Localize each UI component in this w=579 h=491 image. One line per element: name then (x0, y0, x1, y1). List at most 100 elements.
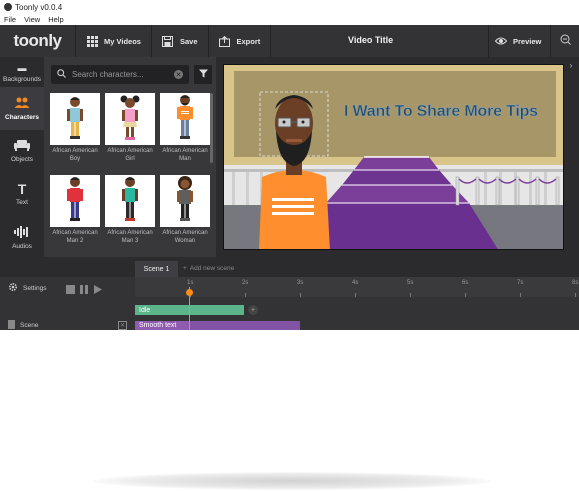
pause-icon[interactable] (80, 281, 89, 299)
export-icon (219, 35, 231, 47)
stop-icon[interactable] (66, 281, 75, 299)
image-icon: ▬ (17, 63, 27, 73)
sidebar-item-label: Audios (12, 242, 32, 250)
tick-label: 2s (242, 280, 249, 286)
people-icon (14, 97, 30, 111)
video-title[interactable]: Video Title (348, 35, 393, 45)
export-button[interactable]: Export (209, 25, 272, 57)
tick-mark (520, 293, 521, 297)
filter-button[interactable] (194, 65, 212, 84)
character-thumbnail (50, 175, 100, 227)
audio-icon (14, 225, 30, 240)
zoom-out-icon (560, 34, 571, 48)
my-videos-button[interactable]: My Videos (76, 25, 152, 57)
save-icon (162, 35, 174, 47)
window-titlebar: Toonly v0.0.4 (0, 0, 579, 14)
menu-file[interactable]: File (4, 15, 16, 24)
character-label: African American Man 3 (107, 230, 153, 244)
character-label: African American Man 2 (52, 230, 98, 244)
character-label: African American Woman (162, 230, 208, 244)
character-card[interactable]: African American Man 3 (105, 175, 155, 253)
top-toolbar: toonly My Videos Save Export Video Title… (0, 25, 579, 57)
sidebar-item-characters[interactable]: Characters (0, 87, 44, 130)
sidebar-item-label: Backgrounds (3, 76, 41, 83)
character-thumbnail (105, 175, 155, 227)
character-thumbnail (105, 93, 155, 145)
app-logo-icon (4, 3, 12, 11)
timeline-settings-button[interactable]: Settings (8, 282, 47, 294)
scene-headline[interactable]: I Want To Share More Tips (344, 103, 538, 121)
stage-area: › I Want To Share More Tips (216, 57, 579, 257)
text-track-label: Smooth text (139, 322, 177, 329)
text-track-extension[interactable] (190, 321, 300, 330)
sofa-icon (14, 140, 30, 153)
timeline: Settings 1s 2s 3s 4s 5s 6s 7s 8s Idle + (0, 277, 579, 330)
tick-label: 8s (572, 280, 579, 286)
play-icon[interactable] (94, 281, 102, 299)
search-placeholder: Search characters... (72, 70, 144, 79)
timeline-ruler[interactable]: 1s 2s 3s 4s 5s 6s 7s 8s (135, 277, 579, 297)
playhead[interactable] (189, 287, 190, 330)
character-label: African American Girl (107, 148, 153, 162)
character-card[interactable]: African American Man (160, 93, 210, 171)
library-panel: Search characters... ✕ African American … (44, 57, 216, 257)
menu-view[interactable]: View (24, 15, 40, 24)
character-card[interactable]: African American Girl (105, 93, 155, 171)
filter-icon (198, 69, 208, 80)
grid-icon (86, 35, 98, 47)
scene-illustration (224, 65, 563, 249)
my-videos-label: My Videos (104, 36, 141, 46)
menu-help[interactable]: Help (48, 15, 63, 24)
sidebar: ▬ Backgrounds Characters Objects T Text … (0, 57, 44, 257)
tick-label: 6s (462, 280, 469, 286)
add-scene-label: Add new scene (189, 265, 235, 272)
character-thumbnail (50, 93, 100, 145)
library-scrollbar[interactable] (210, 93, 213, 163)
save-button[interactable]: Save (152, 25, 209, 57)
tick-label: 3s (297, 280, 304, 286)
scene-track-header: Scene (8, 320, 38, 330)
tick-label: 5s (407, 280, 414, 286)
brand-logo[interactable]: toonly (0, 25, 76, 57)
scene-canvas[interactable]: I Want To Share More Tips (223, 64, 564, 250)
search-icon (57, 69, 66, 80)
add-scene-button[interactable]: + Add new scene (183, 265, 234, 272)
character-label: African American Man (162, 148, 208, 162)
preview-label: Preview (513, 36, 542, 46)
zoom-out-button[interactable] (550, 25, 579, 57)
sidebar-item-objects[interactable]: Objects (0, 130, 44, 173)
sidebar-item-audios[interactable]: Audios (0, 216, 44, 259)
search-input[interactable]: Search characters... ✕ (51, 65, 189, 84)
character-card[interactable]: African American Boy (50, 93, 100, 171)
playback-controls (66, 281, 102, 299)
add-action-button[interactable]: + (248, 305, 258, 315)
menu-bar: File View Help (0, 14, 579, 25)
tick-mark (465, 293, 466, 297)
tab-scene-1[interactable]: Scene 1 (135, 261, 178, 277)
text-icon: T (17, 181, 27, 197)
plus-icon: + (183, 265, 187, 272)
collapse-icon[interactable]: › (565, 60, 577, 70)
scene-tabs: Scene 1 + Add new scene (0, 257, 579, 277)
sidebar-item-text[interactable]: T Text (0, 173, 44, 216)
settings-label: Settings (23, 284, 47, 292)
tick-mark (355, 293, 356, 297)
character-card[interactable]: African American Woman (160, 175, 210, 253)
tick-mark (575, 293, 576, 297)
sidebar-item-backgrounds[interactable]: ▬ Backgrounds (0, 57, 44, 87)
character-card[interactable]: African American Man 2 (50, 175, 100, 253)
scene-track-icon (8, 320, 15, 330)
tick-label: 4s (352, 280, 359, 286)
lock-icon[interactable]: ✕ (118, 321, 127, 330)
window-title: Toonly v0.0.4 (15, 2, 63, 12)
character-thumbnail (160, 175, 210, 227)
scene-track-label: Scene (20, 322, 39, 329)
tick-mark (410, 293, 411, 297)
clear-search-icon[interactable]: ✕ (174, 70, 183, 79)
preview-button[interactable]: Preview (488, 25, 546, 57)
app-window: Toonly v0.0.4 File View Help toonly My V… (0, 0, 579, 330)
tick-mark (300, 293, 301, 297)
export-label: Export (236, 36, 261, 46)
character-label: African American Boy (52, 148, 98, 162)
drop-shadow (93, 472, 491, 490)
